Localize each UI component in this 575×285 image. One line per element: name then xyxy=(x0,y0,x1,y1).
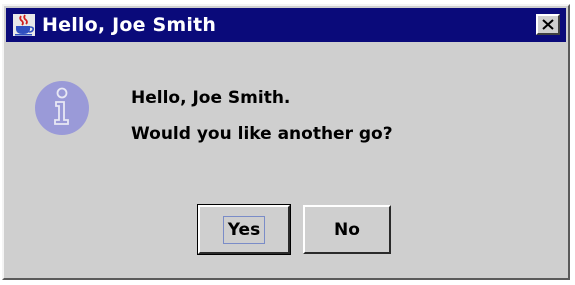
dialog-window: Hello, Joe Smith Hello, Joe Smith. Would… xyxy=(2,4,570,280)
close-button[interactable] xyxy=(536,14,560,35)
info-icon xyxy=(34,80,90,136)
title-bar[interactable]: Hello, Joe Smith xyxy=(6,8,566,42)
no-button[interactable]: No xyxy=(303,205,391,254)
close-icon xyxy=(542,19,554,30)
java-cup-icon xyxy=(12,13,36,37)
yes-button[interactable]: Yes xyxy=(197,204,291,255)
message-line-2: Would you like another go? xyxy=(131,124,393,144)
window-title: Hello, Joe Smith xyxy=(42,14,217,36)
no-button-label: No xyxy=(334,219,360,240)
message-line-1: Hello, Joe Smith. xyxy=(131,88,291,108)
yes-button-label: Yes xyxy=(222,215,266,244)
